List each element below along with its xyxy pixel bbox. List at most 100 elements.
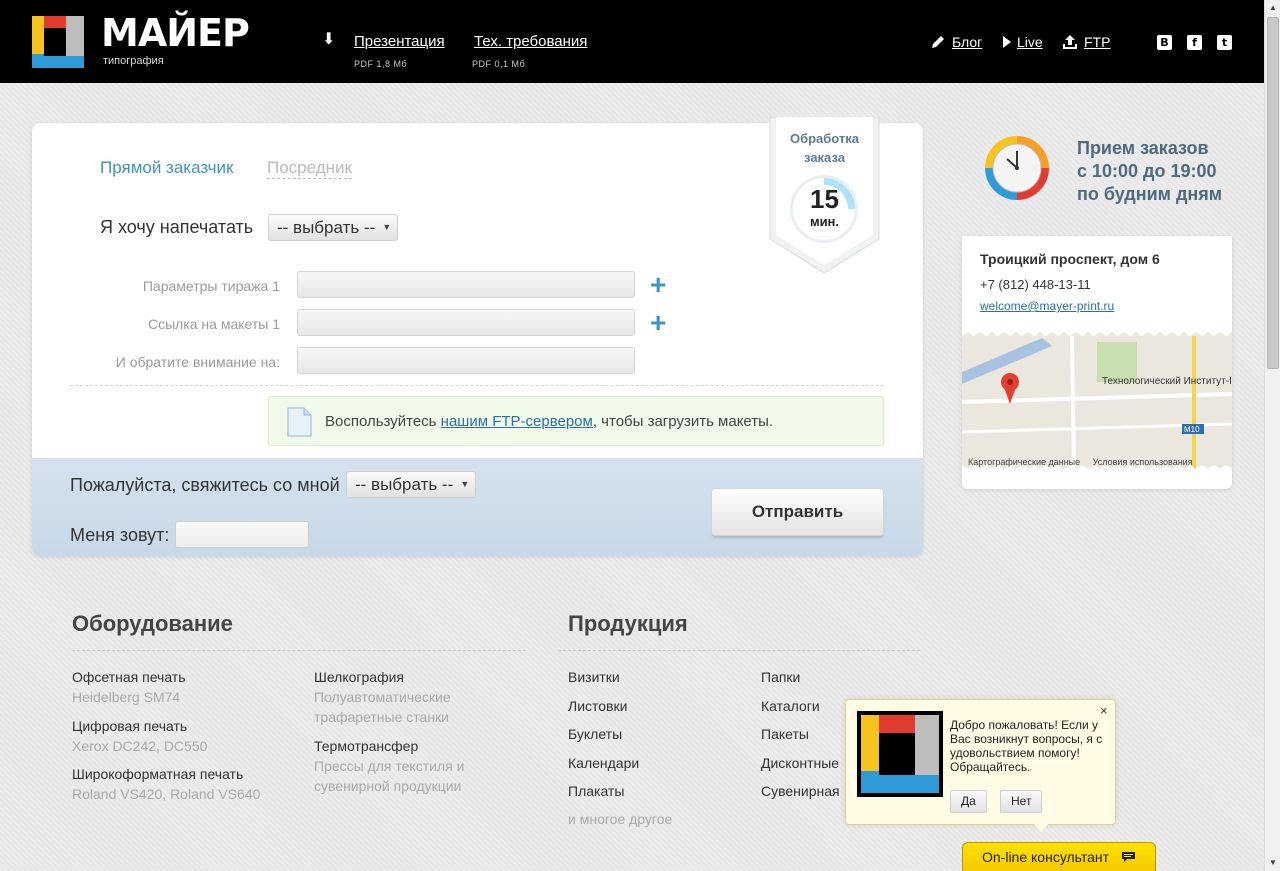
equipment-divider (72, 650, 526, 651)
name-label: Меня зовут: (70, 525, 170, 545)
map-data-link[interactable]: Картографические данные (968, 457, 1080, 467)
live-link[interactable]: Live (1017, 34, 1043, 51)
product-item[interactable]: Листовки (568, 698, 627, 714)
contact-method-label: Пожалуйста, свяжитесь со мной (70, 475, 340, 495)
twitter-icon[interactable]: t (1217, 35, 1232, 50)
processing-minutes: 15 (810, 184, 839, 214)
consultant-yes-button[interactable]: Да (950, 790, 987, 813)
document-icon (287, 407, 312, 437)
contact-method-select[interactable]: -- выбрать -- ▼ (346, 471, 477, 498)
page-scrollbar[interactable]: ▲ ▼ (1264, 0, 1280, 871)
presentation-size: PDF 1,8 Мб (354, 59, 408, 69)
processing-unit: мин. (809, 214, 840, 229)
consultant-popup-pointer (1033, 823, 1049, 832)
processing-title: Обработка заказа (767, 129, 882, 167)
brand-title[interactable]: МАЙЕР (101, 13, 250, 53)
address-email-link[interactable]: welcome@mayer-print.ru (980, 299, 1114, 313)
map-terms-link[interactable]: Условия использования (1093, 457, 1193, 467)
product-item[interactable]: Сувенирная (761, 783, 840, 799)
working-hours-line1: Прием заказов (1077, 138, 1209, 158)
form-divider (70, 385, 884, 386)
logo-icon[interactable] (32, 16, 84, 68)
scroll-thumb[interactable] (1267, 17, 1279, 369)
print-type-select[interactable]: -- выбрать -- ▼ (268, 214, 399, 241)
equipment-wideformat[interactable]: Широкоформатная печать (72, 766, 243, 782)
location-map[interactable]: Технологический Институт-II M10 (962, 332, 1232, 469)
play-icon (1003, 36, 1011, 48)
product-item[interactable]: Календари (568, 755, 639, 771)
contact-method-select-value: -- выбрать -- (355, 475, 454, 494)
chevron-down-icon: ▼ (460, 479, 470, 489)
map-credits: Картографические данные Условия использо… (968, 457, 1193, 467)
clock-icon (985, 136, 1049, 200)
consultant-logo-icon (857, 711, 943, 797)
consultant-no-button[interactable]: Нет (1000, 790, 1043, 813)
equipment-offset-detail: Heidelberg SM74 (72, 689, 181, 705)
print-run-input[interactable] (297, 271, 635, 298)
working-hours-line3: по будним дням (1077, 184, 1223, 204)
equipment-wideformat-detail: Roland VS420, Roland VS640 (72, 786, 261, 802)
scroll-down-arrow-icon[interactable]: ▼ (1265, 855, 1280, 871)
scroll-up-arrow-icon[interactable]: ▲ (1265, 0, 1280, 16)
equipment-title: Оборудование (72, 611, 233, 636)
close-icon[interactable]: × (1100, 703, 1108, 718)
vk-icon[interactable]: B (1157, 35, 1172, 50)
product-item[interactable]: Каталоги (761, 698, 820, 714)
product-item[interactable]: Буклеты (568, 726, 622, 742)
map-station-label: Технологический Институт-II (1102, 376, 1232, 387)
layout-link-input[interactable] (297, 309, 635, 336)
equipment-thermotransfer-detail: Прессы для текстиля и сувенирной продукц… (314, 756, 464, 796)
products-more[interactable]: и многое другое (568, 811, 672, 827)
chat-bubble-icon (1122, 852, 1135, 862)
tab-agent[interactable]: Посредник (267, 158, 352, 179)
ftp-link[interactable]: FTP (1084, 34, 1110, 51)
equipment-digital[interactable]: Цифровая печать (72, 718, 187, 734)
product-item[interactable]: Плакаты (568, 783, 624, 799)
product-item[interactable]: Пакеты (761, 726, 809, 742)
ftp-note-text: Воспользуйтесь нашим FTP-сервером, чтобы… (325, 413, 773, 430)
working-hours: Прием заказов с 10:00 до 19:00 по будним… (1077, 137, 1222, 206)
print-type-select-value: -- выбрать -- (277, 218, 376, 237)
product-item[interactable]: Дисконтные (761, 755, 839, 771)
upload-icon (1063, 35, 1077, 49)
ftp-note-prefix: Воспользуйтесь (325, 413, 441, 430)
consultant-message: Добро пожаловать! Если у Вас возникнут в… (950, 718, 1103, 774)
brand-subtitle: типография (103, 55, 164, 67)
submit-button[interactable]: Отправить (711, 488, 884, 536)
equipment-silkscreen-detail-line2: трафаретные станки (314, 709, 449, 725)
processing-title-line2: заказа (804, 150, 845, 165)
equipment-offset[interactable]: Офсетная печать (72, 669, 186, 685)
tech-requirements-size: PDF 0,1 Мб (472, 59, 526, 69)
address-phone: +7 (812) 448-13-11 (980, 277, 1091, 292)
equipment-thermotransfer-detail-line2: сувенирной продукции (314, 778, 462, 794)
products-title: Продукция (568, 611, 688, 636)
product-item[interactable]: Визитки (568, 669, 620, 685)
add-layout-link-icon[interactable]: + (650, 309, 666, 337)
blog-link[interactable]: Блог (952, 34, 982, 51)
ftp-server-link[interactable]: нашим FTP-сервером (441, 413, 593, 430)
attention-input[interactable] (297, 347, 635, 374)
tab-direct-customer[interactable]: Прямой заказчик (100, 158, 233, 178)
products-divider (558, 650, 920, 651)
add-print-run-icon[interactable]: + (650, 271, 666, 299)
site-header: МАЙЕР типография ⬇ Презентация PDF 1,8 М… (0, 0, 1264, 83)
name-input[interactable] (175, 521, 309, 548)
equipment-silkscreen[interactable]: Шелкография (314, 669, 404, 685)
tech-requirements-link[interactable]: Тех. требования (474, 33, 587, 51)
consultant-popup: × Добро пожаловать! Если у Вас возникнут… (845, 699, 1116, 825)
online-consultant-button[interactable]: On-line консультант (962, 842, 1156, 871)
attention-label: И обратите внимание на: (115, 354, 280, 370)
chevron-down-icon: ▼ (382, 222, 392, 232)
equipment-silkscreen-detail-line1: Полуавтоматические (314, 689, 451, 705)
contact-section: Пожалуйста, свяжитесь со мной -- выбрать… (32, 458, 923, 556)
processing-title-line1: Обработка (789, 131, 860, 146)
product-item[interactable]: Папки (761, 669, 800, 685)
address-street: Троицкий проспект, дом 6 (980, 251, 1160, 267)
facebook-icon[interactable]: f (1187, 35, 1202, 50)
print-run-label: Параметры тиража 1 (142, 278, 280, 294)
equipment-thermotransfer[interactable]: Термотрансфер (314, 738, 418, 754)
address-card: Троицкий проспект, дом 6 +7 (812) 448-13… (962, 236, 1232, 489)
presentation-link[interactable]: Презентация (354, 33, 445, 51)
equipment-silkscreen-detail: Полуавтоматические трафаретные станки (314, 687, 451, 727)
print-type-label: Я хочу напечатать (100, 217, 254, 237)
